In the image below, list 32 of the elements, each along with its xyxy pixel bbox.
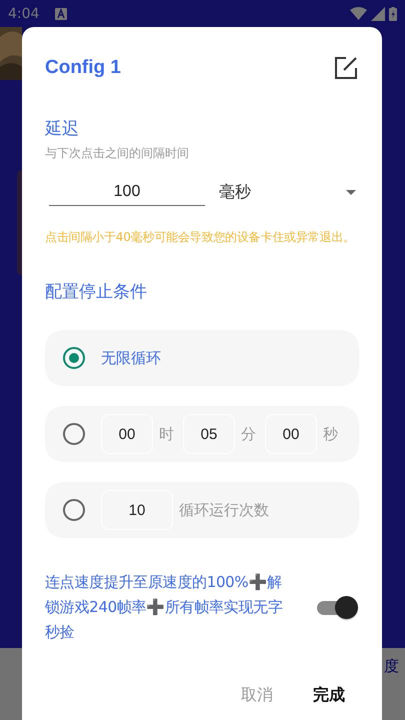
- radio-button[interactable]: [63, 499, 85, 521]
- count-field[interactable]: 10: [101, 490, 173, 530]
- section-heading: 延迟: [45, 118, 80, 141]
- status-time: 4:04: [8, 6, 40, 22]
- option-card[interactable]: 00 时 05 分 00 秒: [45, 406, 359, 462]
- option-label: 循环运行次数: [179, 500, 269, 520]
- time-unit: 秒: [323, 424, 338, 444]
- time-field[interactable]: 00: [265, 414, 317, 454]
- option-card[interactable]: 无限循环: [45, 330, 359, 386]
- option-label: 无限循环: [101, 348, 161, 368]
- option-card[interactable]: 10 循环运行次数: [45, 482, 359, 538]
- signal-icon: [371, 6, 385, 20]
- edit-icon[interactable]: [335, 57, 357, 79]
- radio-button[interactable]: [63, 423, 85, 445]
- battery-icon: [389, 6, 397, 20]
- section-heading: 配置停止条件: [45, 281, 148, 304]
- section-description: 与下次点击之间的间隔时间: [45, 145, 190, 162]
- wifi-icon: [350, 7, 367, 20]
- time-field[interactable]: 05: [183, 414, 235, 454]
- dialog-title: Config 1: [45, 57, 121, 79]
- time-unit: 时: [159, 424, 174, 444]
- background-text: 度: [384, 657, 399, 676]
- warning-text: 点击间隔小于40毫秒可能会导致您的设备卡住或异常退出。: [45, 229, 356, 246]
- dropdown-icon: [346, 190, 356, 194]
- notification-icon: [55, 8, 68, 20]
- time-field[interactable]: 00: [101, 414, 153, 454]
- dialog-button[interactable]: 完成: [307, 681, 351, 710]
- radio-button[interactable]: [63, 347, 85, 369]
- time-unit: 分: [241, 424, 256, 444]
- unit-dropdown[interactable]: 毫秒: [219, 182, 359, 202]
- toggle-switch[interactable]: [315, 594, 359, 620]
- boost-text: 连点速度提升至原速度的100%➕解锁游戏240帧率➕所有帧率实现无字秒捡: [45, 572, 284, 643]
